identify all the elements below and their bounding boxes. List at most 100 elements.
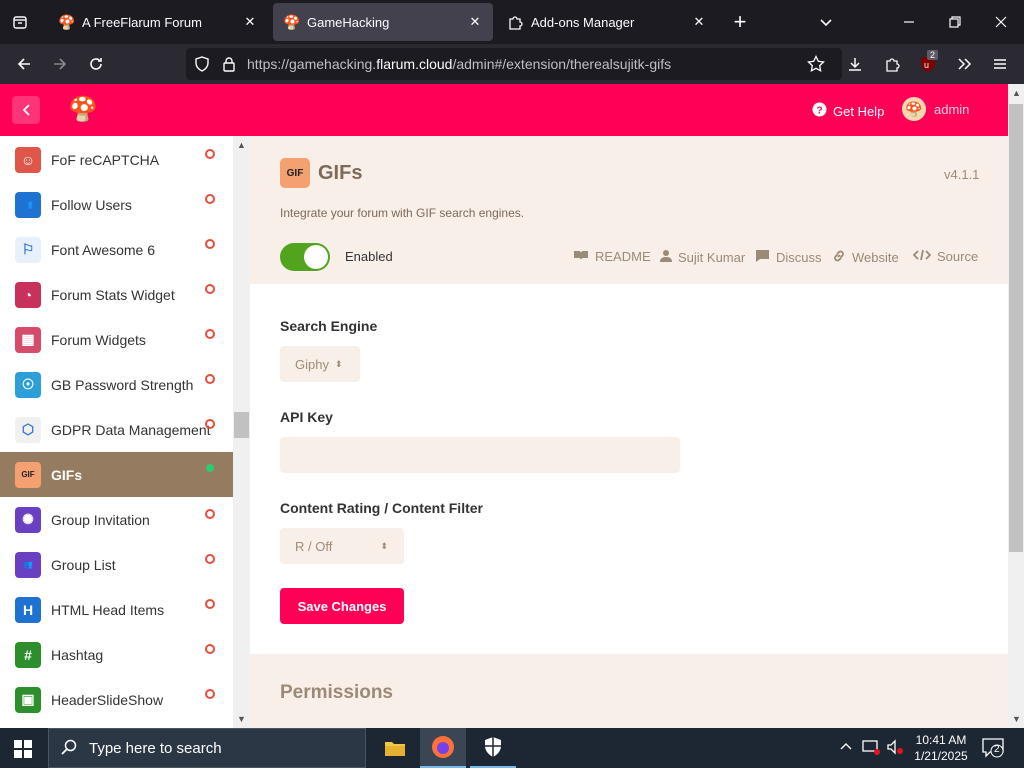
reload-icon[interactable] [80,48,112,80]
sidebar-item[interactable]: ✺ Group Invitation [0,497,233,542]
content-rating-select[interactable]: R / Off ⬍ [280,528,404,564]
scrollbar-thumb[interactable] [1009,104,1023,552]
enabled-toggle[interactable] [280,243,330,271]
sidebar-item[interactable]: ▦ Forum Widgets [0,317,233,362]
svg-text:?: ? [817,106,823,117]
sidebar-item[interactable]: ⚐ Font Awesome 6 [0,227,233,272]
sidebar-item[interactable]: # Hashtag [0,632,233,677]
shield-icon[interactable] [194,56,210,75]
tab-title: Add-ons Manager [531,14,635,30]
status-dot [205,554,215,564]
status-dot [205,149,215,159]
layout-icon: ▦ [15,326,41,353]
windows-start-icon[interactable] [14,740,32,761]
firefox-taskbar-icon[interactable] [420,728,466,768]
back-icon[interactable] [8,48,40,80]
window-close-icon[interactable] [985,6,1017,38]
sidebar-scrollbar[interactable]: ▲ ▼ [233,136,250,728]
user-menu[interactable]: 🍄 admin [902,97,969,121]
security-taskbar-icon[interactable] [470,728,516,768]
sidebar-item[interactable]: ▣ HeaderSlideShow [0,677,233,722]
download-icon[interactable] [839,48,871,80]
author-link[interactable]: Sujit Kumar [660,249,745,265]
sort-icon: ⬍ [380,540,388,551]
badge-icon: ✺ [15,506,41,533]
bookmark-star-icon[interactable] [807,54,825,76]
volume-muted-icon[interactable] [886,739,904,758]
sidebar-item[interactable]: 👥 Follow Users [0,182,233,227]
url-text[interactable]: https://gamehacking.flarum.cloud/admin#/… [247,56,671,72]
search-engine-select[interactable]: Giphy ⬍ [280,346,360,382]
save-changes-button[interactable]: Save Changes [280,588,404,624]
forward-icon[interactable] [44,48,76,80]
minimize-icon[interactable] [893,6,925,38]
users-icon: 👥 [15,191,41,218]
discuss-link[interactable]: Discuss [755,249,822,266]
sidebar-item[interactable]: H HTML Head Items [0,587,233,632]
chevron-down-icon[interactable] [810,6,842,38]
sidebar-item[interactable]: GIF GIFs [0,452,233,497]
back-nav-button[interactable] [12,96,40,124]
tab-addons-manager[interactable]: Add-ons Manager ✕ [497,3,717,41]
sidebar-item[interactable]: 👥 Group List [0,542,233,587]
readme-link[interactable]: README [573,249,651,264]
close-icon[interactable]: ✕ [691,14,707,30]
scroll-down-icon[interactable]: ▼ [237,714,246,724]
url-bar[interactable]: https://gamehacking.flarum.cloud/admin#/… [186,48,842,80]
sidebar-item[interactable]: ◔ Forum Stats Widget [0,272,233,317]
sidebar-item[interactable]: ☉ GB Password Strength [0,362,233,407]
gif-icon: GIF [15,461,41,488]
page-content: 🍄 ? Get Help 🍄 admin ☺ FoF reCAPTCHA 👥 Foll… [0,84,1008,728]
sidebar-item[interactable]: ⬡ GDPR Data Management [0,407,233,452]
chevron-up-icon[interactable] [840,740,852,755]
extension-page: GIF GIFs v4.1.1 Integrate your forum wit… [250,136,1008,728]
comment-icon [755,249,770,266]
avatar: 🍄 [902,97,926,121]
content-rating-label: Content Rating / Content Filter [280,500,483,516]
api-key-input[interactable] [280,437,680,473]
code-icon [912,249,932,264]
link-label: Source [937,249,979,264]
ublock-icon[interactable]: u 2 [912,48,944,80]
image-icon: ▣ [15,686,41,713]
url-path: /admin#/extension/therealsujitk-gifs [452,56,672,72]
notifications-icon[interactable]: 2 [982,738,1004,761]
taskbar-clock[interactable]: 10:41 AM 1/21/2025 [908,732,974,764]
mario-favicon-icon: 🍄 [283,14,301,30]
tab-title: GameHacking [307,14,390,30]
file-explorer-icon[interactable] [372,728,418,768]
tab-list-icon[interactable] [4,6,36,38]
overflow-chevrons-icon[interactable] [948,48,980,80]
extensions-sidebar: ☺ FoF reCAPTCHA 👥 Follow Users ⚐ Font Awesome… [0,136,233,728]
get-help-link[interactable]: ? Get Help [812,102,884,120]
shield-icon: ⬡ [15,416,41,443]
tab-freeflarum[interactable]: 🍄 A FreeFlarum Forum ✕ [48,3,268,41]
sidebar-item-label: GB Password Strength [51,376,194,393]
scroll-down-icon[interactable]: ▼ [1012,714,1021,724]
new-tab-icon[interactable]: + [724,6,756,38]
network-icon[interactable] [862,739,880,758]
page-scrollbar[interactable]: ▲ ▼ [1008,84,1024,728]
website-link[interactable]: Website [832,249,899,266]
scroll-up-icon[interactable]: ▲ [237,140,246,150]
restore-icon[interactable] [939,6,971,38]
lock-icon[interactable] [222,56,236,75]
status-dot [205,599,215,609]
forum-logo-icon[interactable]: 🍄 [68,96,98,124]
source-link[interactable]: Source [912,249,979,264]
h-icon: H [15,596,41,623]
close-icon[interactable]: ✕ [467,14,483,30]
scrollbar-thumb[interactable] [234,412,249,438]
status-dot [205,644,215,654]
scroll-up-icon[interactable]: ▲ [1012,88,1021,98]
tab-gamehacking[interactable]: 🍄 GameHacking ✕ [273,3,493,41]
status-dot [206,464,214,472]
sidebar-item-label: Forum Widgets [51,331,146,348]
tab-title: A FreeFlarum Forum [82,14,202,30]
sidebar-item[interactable]: ☺ FoF reCAPTCHA [0,137,233,182]
menu-icon[interactable] [984,48,1016,80]
sidebar-item-label: Follow Users [51,196,132,213]
taskbar-search[interactable]: Type here to search [48,728,366,768]
close-icon[interactable]: ✕ [242,14,258,30]
extensions-icon[interactable] [876,48,908,80]
